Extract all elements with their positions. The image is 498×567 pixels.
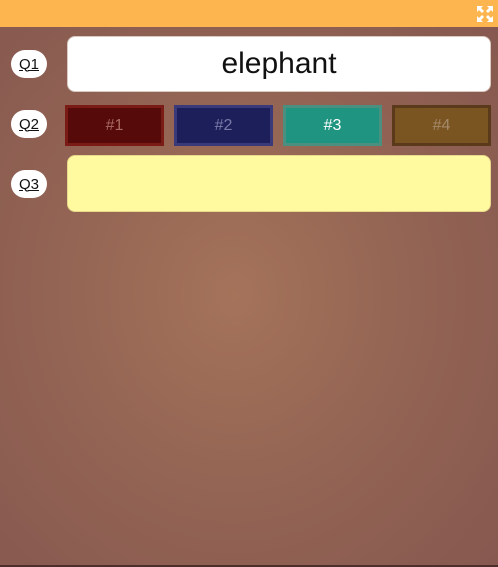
- expand-arrows-icon[interactable]: [476, 5, 494, 23]
- choice-button-1[interactable]: #1: [65, 105, 164, 146]
- choice-button-3[interactable]: #3: [283, 105, 382, 146]
- choice-label-2: #2: [214, 116, 233, 134]
- choice-label-3: #3: [323, 116, 342, 134]
- q3-answer-area[interactable]: [67, 155, 491, 212]
- top-bar: [0, 0, 498, 27]
- q2-choice-group: #1 #2 #3 #4: [65, 105, 491, 146]
- question-label-q1[interactable]: Q1: [11, 50, 47, 78]
- question-label-q2[interactable]: Q2: [11, 110, 47, 138]
- choice-button-2[interactable]: #2: [174, 105, 273, 146]
- choice-button-4[interactable]: #4: [392, 105, 491, 146]
- question-label-q3[interactable]: Q3: [11, 170, 47, 198]
- choice-label-1: #1: [105, 116, 124, 134]
- choice-label-4: #4: [432, 116, 451, 134]
- q1-answer-text: elephant: [221, 47, 337, 80]
- q1-answer-box[interactable]: elephant: [67, 36, 491, 92]
